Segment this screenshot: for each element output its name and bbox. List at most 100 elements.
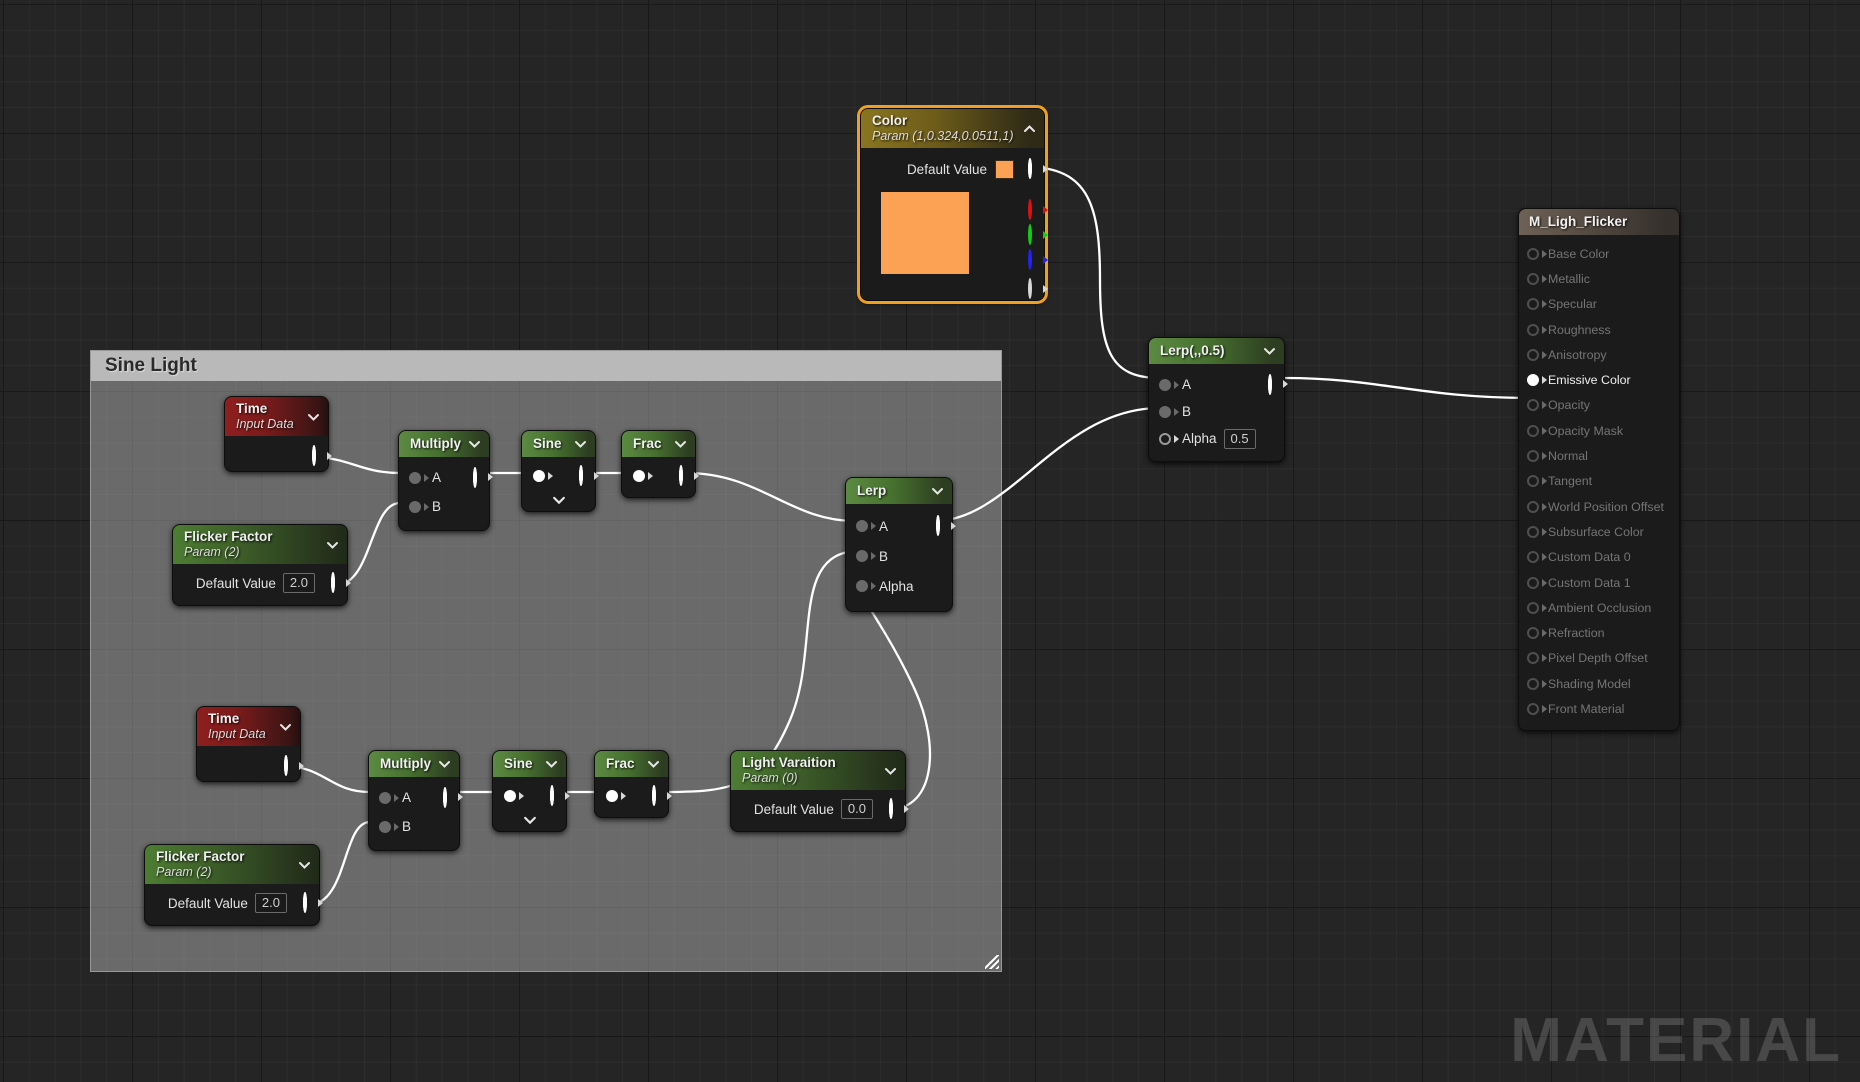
- node-header[interactable]: Flicker Factor Param (2): [173, 525, 347, 564]
- material-input-pin[interactable]: [1527, 627, 1539, 640]
- material-pin-row[interactable]: Shading Model: [1519, 671, 1679, 696]
- material-input-pin[interactable]: [1527, 374, 1539, 387]
- input-row-b[interactable]: B: [846, 541, 952, 571]
- chevron-down-icon[interactable]: [279, 720, 292, 733]
- material-pin-row[interactable]: Custom Data 0: [1519, 545, 1679, 570]
- node-sine-bottom[interactable]: Sine: [492, 750, 567, 832]
- chevron-down-icon[interactable]: [326, 538, 339, 551]
- default-value-field[interactable]: 2.0: [282, 573, 315, 593]
- material-pin-row[interactable]: Opacity Mask: [1519, 418, 1679, 443]
- output-pin-b[interactable]: [1028, 249, 1032, 270]
- chevron-down-icon[interactable]: [884, 764, 897, 777]
- material-input-pin[interactable]: [1527, 348, 1539, 361]
- output-pin-value[interactable]: [331, 572, 335, 593]
- input-pin-value[interactable]: [533, 470, 545, 482]
- output-pin-result[interactable]: [679, 465, 683, 486]
- input-pin-alpha[interactable]: [1159, 432, 1171, 445]
- chevron-down-icon[interactable]: [647, 758, 660, 771]
- chevron-down-icon[interactable]: [1263, 345, 1276, 358]
- input-row-a[interactable]: A: [1149, 371, 1284, 398]
- node-time-top[interactable]: Time Input Data: [224, 396, 329, 472]
- node-lerp-mid[interactable]: Lerp A B Alpha: [845, 477, 953, 612]
- node-header[interactable]: M_Ligh_Flicker: [1519, 209, 1679, 235]
- chevron-down-icon[interactable]: [307, 410, 320, 423]
- material-pin-row[interactable]: Normal: [1519, 443, 1679, 468]
- material-pin-row[interactable]: Custom Data 1: [1519, 570, 1679, 595]
- input-row-a[interactable]: A: [369, 783, 459, 812]
- input-pin-b[interactable]: [379, 820, 391, 833]
- output-pin-result[interactable]: [550, 785, 554, 806]
- input-pin-alpha[interactable]: [856, 580, 868, 592]
- material-input-pin[interactable]: [1527, 424, 1539, 437]
- chevron-down-icon[interactable]: [523, 813, 537, 827]
- material-pin-row[interactable]: Emissive Color: [1519, 367, 1679, 392]
- material-input-pin[interactable]: [1527, 399, 1539, 412]
- default-value-row[interactable]: Default Value 2.0: [173, 570, 347, 596]
- output-pin-result[interactable]: [443, 786, 447, 808]
- material-input-pin[interactable]: [1527, 652, 1539, 665]
- output-pin-value[interactable]: [303, 892, 307, 913]
- color-swatch-large[interactable]: [881, 192, 969, 274]
- comment-resize-handle[interactable]: [985, 955, 999, 969]
- input-pin-a[interactable]: [409, 471, 421, 484]
- input-row-a[interactable]: A: [846, 511, 952, 541]
- material-input-pin[interactable]: [1527, 323, 1539, 336]
- chevron-down-icon[interactable]: [552, 493, 566, 507]
- input-pin-b[interactable]: [856, 550, 868, 562]
- default-value-row[interactable]: Default Value 2.0: [145, 890, 319, 916]
- node-header[interactable]: Time Input Data: [197, 707, 300, 746]
- input-row-b[interactable]: B: [399, 492, 489, 521]
- input-pin-value[interactable]: [504, 790, 516, 802]
- alpha-value-field[interactable]: 0.5: [1223, 428, 1256, 449]
- output-pin-result[interactable]: [936, 515, 940, 536]
- node-header[interactable]: Sine: [493, 751, 566, 777]
- color-default-value-row[interactable]: Default Value: [861, 154, 1044, 184]
- chevron-down-icon[interactable]: [574, 438, 587, 451]
- material-pin-row[interactable]: Anisotropy: [1519, 342, 1679, 367]
- output-pin-r[interactable]: [1028, 199, 1032, 220]
- expand-row[interactable]: [522, 489, 595, 507]
- default-value-field[interactable]: 2.0: [254, 893, 287, 913]
- node-header[interactable]: Frac: [595, 751, 668, 777]
- material-pin-row[interactable]: Front Material: [1519, 696, 1679, 721]
- node-header[interactable]: Frac: [622, 431, 695, 457]
- expand-row[interactable]: [493, 809, 566, 827]
- output-pin-result[interactable]: [579, 465, 583, 486]
- pin-row[interactable]: [595, 783, 668, 809]
- node-material-output[interactable]: M_Ligh_Flicker Base Color Metallic Specula…: [1518, 208, 1680, 731]
- default-value-row[interactable]: Default Value 0.0: [731, 796, 905, 822]
- node-time-bottom[interactable]: Time Input Data: [196, 706, 301, 782]
- node-light-variation[interactable]: Light Varaition Param (0) Default Value …: [730, 750, 906, 832]
- node-header[interactable]: Color Param (1,0.324,0.0511,1): [861, 109, 1044, 148]
- node-lerp-main[interactable]: Lerp(,,0.5) A B Alpha 0.5: [1148, 337, 1285, 462]
- node-multiply-bottom[interactable]: Multiply A B: [368, 750, 460, 851]
- node-header[interactable]: Light Varaition Param (0): [731, 751, 905, 790]
- material-input-pin[interactable]: [1527, 475, 1539, 488]
- material-input-pin[interactable]: [1527, 500, 1539, 513]
- chevron-down-icon[interactable]: [298, 858, 311, 871]
- input-pin-value[interactable]: [633, 470, 645, 482]
- output-pin-time[interactable]: [284, 755, 288, 776]
- pin-row[interactable]: [493, 783, 566, 809]
- material-pin-row[interactable]: Tangent: [1519, 469, 1679, 494]
- node-flicker-factor-bottom[interactable]: Flicker Factor Param (2) Default Value 2…: [144, 844, 320, 926]
- material-input-pin[interactable]: [1527, 525, 1539, 538]
- chevron-down-icon[interactable]: [931, 485, 944, 498]
- chevron-down-icon[interactable]: [545, 758, 558, 771]
- material-input-pin[interactable]: [1527, 601, 1539, 614]
- input-pin-b[interactable]: [1159, 405, 1171, 418]
- output-pin-result[interactable]: [1268, 373, 1272, 395]
- node-frac-bottom[interactable]: Frac: [594, 750, 669, 818]
- material-input-pin[interactable]: [1527, 576, 1539, 589]
- material-pin-row[interactable]: Metallic: [1519, 266, 1679, 291]
- material-pin-row[interactable]: Subsurface Color: [1519, 519, 1679, 544]
- output-pin-g[interactable]: [1028, 224, 1032, 245]
- output-pin-result[interactable]: [473, 466, 477, 488]
- material-pin-row[interactable]: Ambient Occlusion: [1519, 595, 1679, 620]
- material-pin-row[interactable]: Opacity: [1519, 393, 1679, 418]
- node-header[interactable]: Time Input Data: [225, 397, 328, 436]
- material-pin-row[interactable]: Roughness: [1519, 317, 1679, 342]
- node-header[interactable]: Lerp(,,0.5): [1149, 338, 1284, 364]
- node-header[interactable]: Multiply: [399, 431, 489, 457]
- default-value-field[interactable]: 0.0: [840, 799, 873, 819]
